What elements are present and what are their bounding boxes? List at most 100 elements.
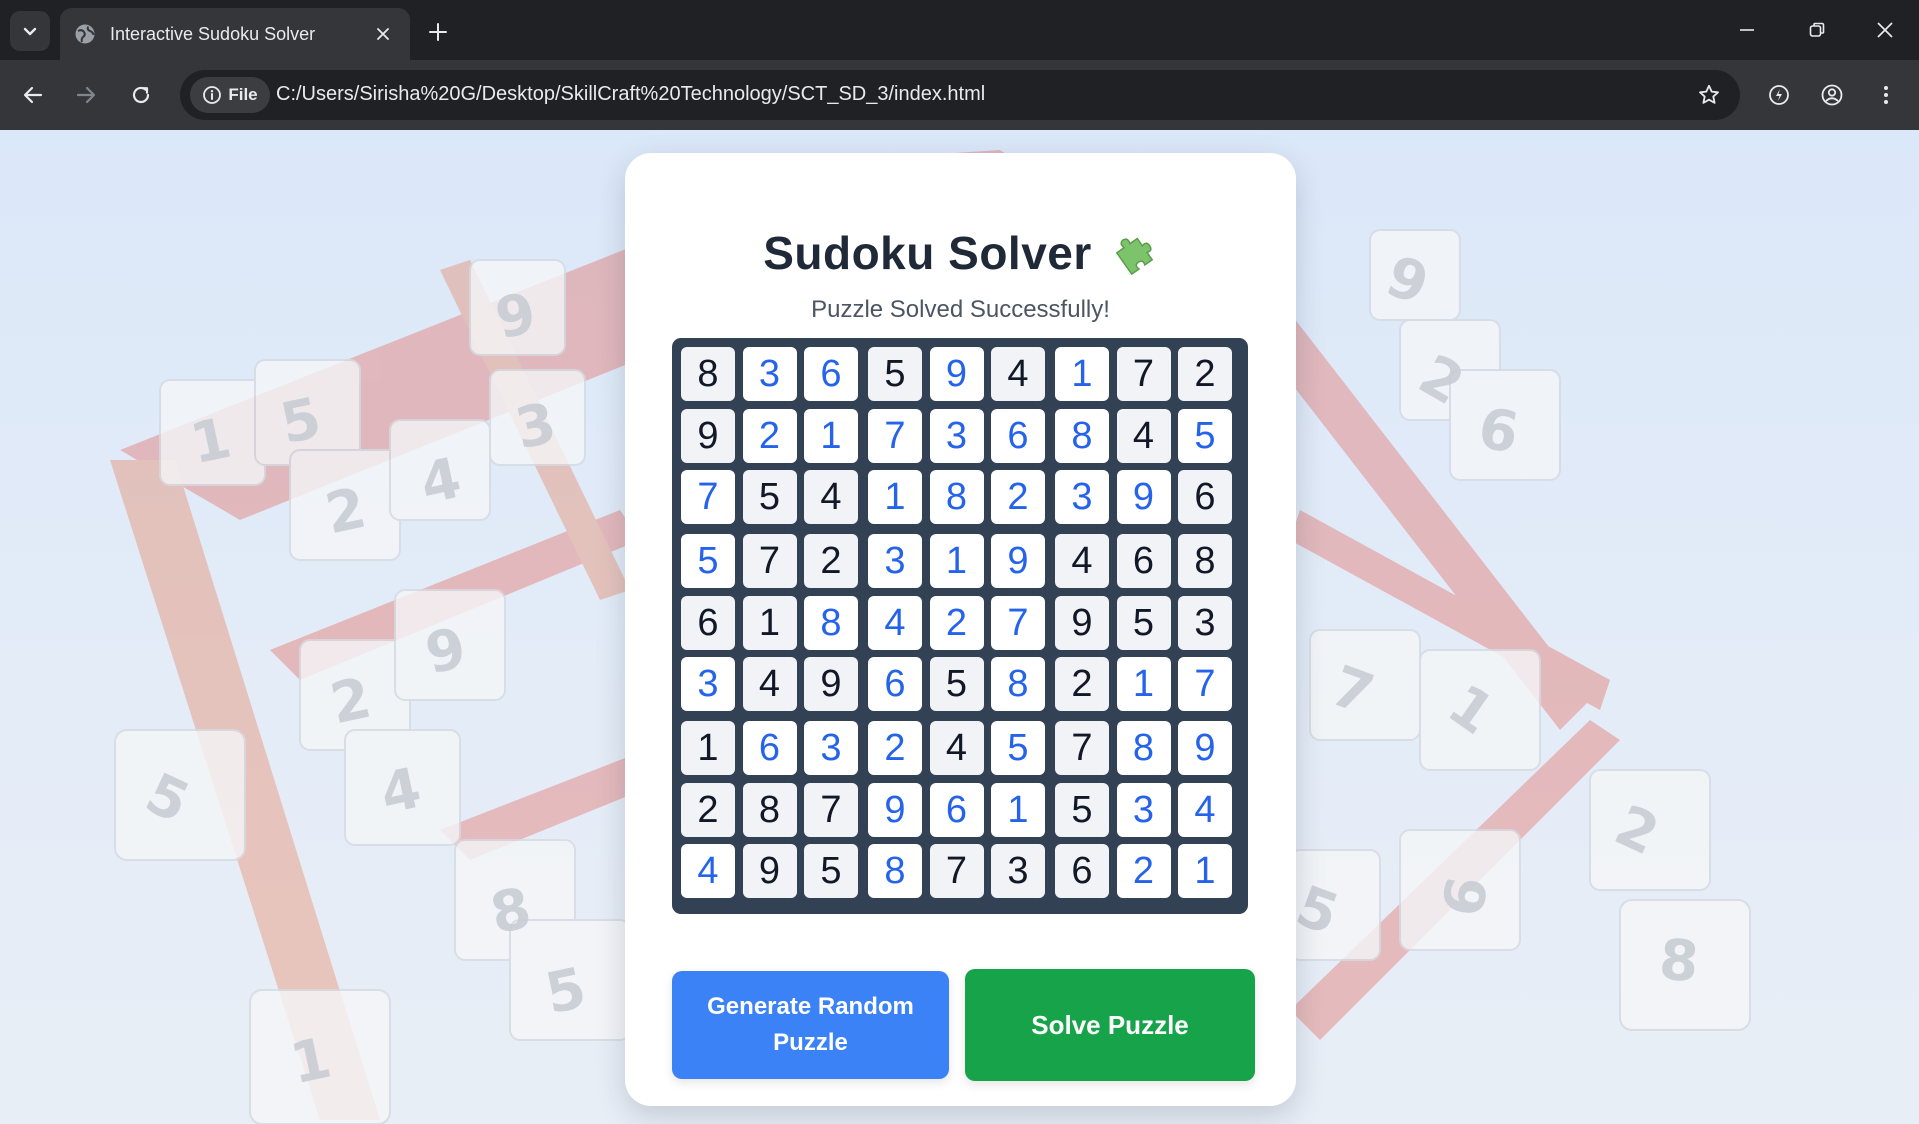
sudoku-cell[interactable]: 3 xyxy=(1055,470,1109,524)
sudoku-cell[interactable]: 7 xyxy=(1178,657,1232,711)
sudoku-cell[interactable]: 3 xyxy=(1116,782,1171,837)
sudoku-cell[interactable]: 1 xyxy=(681,721,735,775)
sudoku-cell[interactable]: 2 xyxy=(1116,844,1171,898)
sudoku-cell[interactable]: 4 xyxy=(929,721,984,775)
sudoku-cell[interactable]: 4 xyxy=(1116,408,1171,463)
sudoku-cell[interactable]: 9 xyxy=(991,534,1045,588)
sudoku-cell[interactable]: 7 xyxy=(868,408,922,463)
sudoku-cell[interactable]: 2 xyxy=(742,408,797,463)
sudoku-cell[interactable]: 8 xyxy=(804,595,858,650)
sudoku-cell[interactable]: 1 xyxy=(991,782,1045,837)
tab-close-button[interactable] xyxy=(368,19,398,49)
sudoku-cell[interactable]: 7 xyxy=(804,782,858,837)
sudoku-cell[interactable]: 1 xyxy=(1116,657,1171,711)
sudoku-cell[interactable]: 8 xyxy=(681,347,735,401)
sudoku-cell[interactable]: 2 xyxy=(929,595,984,650)
sudoku-cell[interactable]: 2 xyxy=(991,470,1045,524)
sudoku-cell[interactable]: 8 xyxy=(1116,721,1171,775)
sudoku-cell[interactable]: 9 xyxy=(868,782,922,837)
sudoku-cell[interactable]: 7 xyxy=(681,470,735,524)
sudoku-cell[interactable]: 4 xyxy=(804,470,858,524)
sudoku-cell[interactable]: 4 xyxy=(1178,782,1232,837)
sudoku-cell[interactable]: 2 xyxy=(1055,657,1109,711)
tab-search-button[interactable] xyxy=(10,11,50,51)
sudoku-cell[interactable]: 6 xyxy=(1116,534,1171,588)
sudoku-cell[interactable]: 7 xyxy=(742,534,797,588)
sudoku-cell[interactable]: 3 xyxy=(804,721,858,775)
sudoku-cell[interactable]: 2 xyxy=(1178,347,1232,401)
sudoku-cell[interactable]: 4 xyxy=(1055,534,1109,588)
profile-button[interactable] xyxy=(1812,75,1852,115)
sudoku-cell[interactable]: 2 xyxy=(804,534,858,588)
generate-random-puzzle-button[interactable]: Generate Random Puzzle xyxy=(672,971,949,1079)
reload-button[interactable] xyxy=(121,75,161,115)
sudoku-cell[interactable]: 4 xyxy=(868,595,922,650)
sudoku-cell[interactable]: 1 xyxy=(804,408,858,463)
sudoku-cell[interactable]: 4 xyxy=(742,657,797,711)
sudoku-cell[interactable]: 9 xyxy=(929,347,984,401)
sudoku-cell[interactable]: 3 xyxy=(1178,595,1232,650)
sudoku-cell[interactable]: 6 xyxy=(742,721,797,775)
sudoku-cell[interactable]: 3 xyxy=(929,408,984,463)
restore-button[interactable] xyxy=(1788,0,1846,60)
bookmark-button[interactable] xyxy=(1692,78,1726,112)
performance-button[interactable] xyxy=(1759,75,1799,115)
sudoku-cell[interactable]: 1 xyxy=(742,595,797,650)
sudoku-cell[interactable]: 2 xyxy=(868,721,922,775)
forward-button[interactable] xyxy=(66,75,106,115)
arrow-right-icon xyxy=(76,86,96,104)
sudoku-cell[interactable]: 8 xyxy=(1055,408,1109,463)
sudoku-cell[interactable]: 8 xyxy=(929,470,984,524)
sudoku-cell[interactable]: 5 xyxy=(991,721,1045,775)
sudoku-cell[interactable]: 9 xyxy=(1178,721,1232,775)
menu-button[interactable] xyxy=(1866,75,1906,115)
sudoku-cell[interactable]: 6 xyxy=(868,657,922,711)
sudoku-cell[interactable]: 8 xyxy=(868,844,922,898)
sudoku-cell[interactable]: 9 xyxy=(742,844,797,898)
sudoku-cell[interactable]: 9 xyxy=(1055,595,1109,650)
sudoku-cell[interactable]: 7 xyxy=(1055,721,1109,775)
sudoku-cell[interactable]: 7 xyxy=(929,844,984,898)
sudoku-cell[interactable]: 5 xyxy=(681,534,735,588)
sudoku-cell[interactable]: 3 xyxy=(681,657,735,711)
browser-tab[interactable]: Interactive Sudoku Solver xyxy=(60,8,410,60)
sudoku-cell[interactable]: 6 xyxy=(991,408,1045,463)
sudoku-cell[interactable]: 2 xyxy=(681,782,735,837)
sudoku-cell[interactable]: 5 xyxy=(804,844,858,898)
sudoku-cell[interactable]: 5 xyxy=(742,470,797,524)
site-info-chip[interactable]: File xyxy=(190,77,270,113)
sudoku-cell[interactable]: 9 xyxy=(1116,470,1171,524)
sudoku-cell[interactable]: 3 xyxy=(991,844,1045,898)
sudoku-cell[interactable]: 6 xyxy=(804,347,858,401)
sudoku-cell[interactable]: 1 xyxy=(1178,844,1232,898)
sudoku-cell[interactable]: 9 xyxy=(804,657,858,711)
sudoku-cell[interactable]: 6 xyxy=(1055,844,1109,898)
sudoku-cell[interactable]: 7 xyxy=(991,595,1045,650)
sudoku-cell[interactable]: 8 xyxy=(991,657,1045,711)
address-bar[interactable]: File C:/Users/Sirisha%20G/Desktop/SkillC… xyxy=(180,70,1740,120)
sudoku-cell[interactable]: 4 xyxy=(681,844,735,898)
close-window-button[interactable] xyxy=(1856,0,1914,60)
solve-puzzle-button[interactable]: Solve Puzzle xyxy=(965,969,1255,1081)
sudoku-cell[interactable]: 8 xyxy=(1178,534,1232,588)
back-button[interactable] xyxy=(13,75,53,115)
sudoku-cell[interactable]: 6 xyxy=(929,782,984,837)
sudoku-cell[interactable]: 5 xyxy=(1116,595,1171,650)
sudoku-cell[interactable]: 5 xyxy=(929,657,984,711)
new-tab-button[interactable] xyxy=(420,14,456,50)
sudoku-cell[interactable]: 6 xyxy=(1178,470,1232,524)
sudoku-cell[interactable]: 9 xyxy=(681,408,735,463)
sudoku-cell[interactable]: 1 xyxy=(929,534,984,588)
sudoku-cell[interactable]: 6 xyxy=(681,595,735,650)
sudoku-cell[interactable]: 4 xyxy=(991,347,1045,401)
sudoku-cell[interactable]: 7 xyxy=(1116,347,1171,401)
sudoku-cell[interactable]: 5 xyxy=(1055,782,1109,837)
sudoku-cell[interactable]: 1 xyxy=(868,470,922,524)
minimize-button[interactable] xyxy=(1718,0,1776,60)
sudoku-cell[interactable]: 5 xyxy=(1178,408,1232,463)
sudoku-cell[interactable]: 3 xyxy=(868,534,922,588)
sudoku-cell[interactable]: 8 xyxy=(742,782,797,837)
sudoku-cell[interactable]: 3 xyxy=(742,347,797,401)
sudoku-cell[interactable]: 5 xyxy=(868,347,922,401)
sudoku-cell[interactable]: 1 xyxy=(1055,347,1109,401)
